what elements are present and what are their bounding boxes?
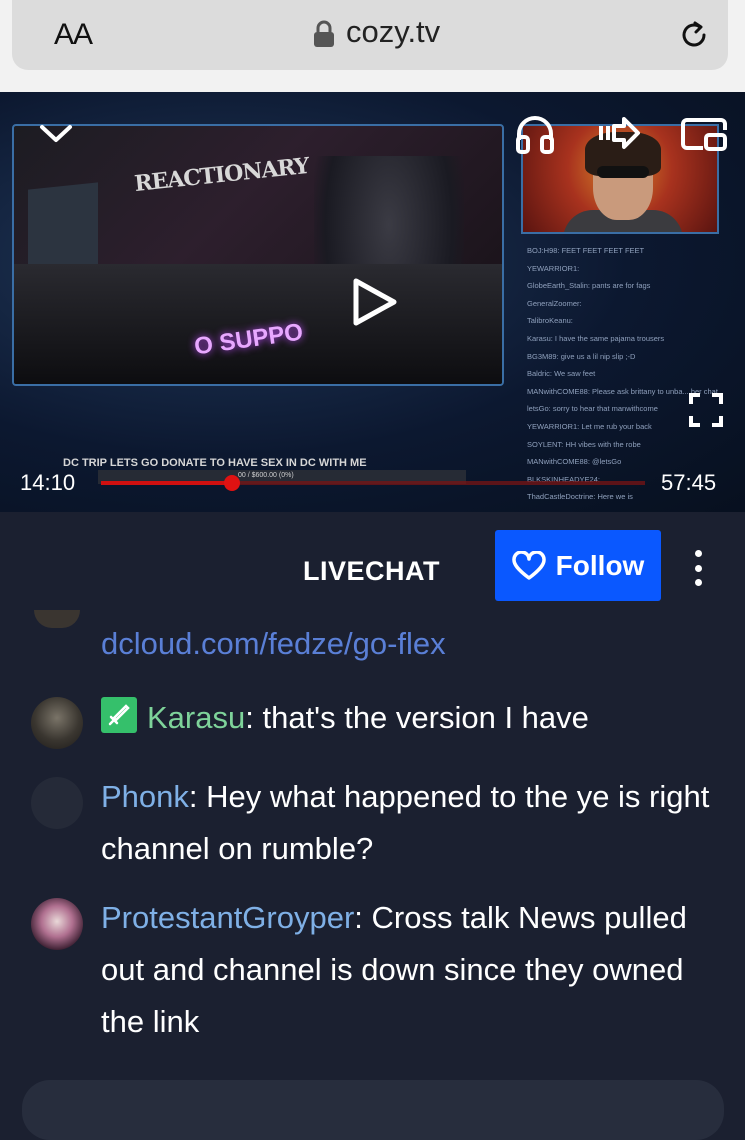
chat-header: LIVECHAT Follow xyxy=(0,512,745,606)
chat-message: Phonk: Hey what happened to the ye is ri… xyxy=(101,771,721,875)
facecam-sunglasses xyxy=(597,166,649,178)
seek-bar[interactable] xyxy=(101,475,645,491)
sword-badge-icon xyxy=(101,697,137,733)
avatar[interactable] xyxy=(31,898,83,950)
overlay-chat-line: BG3M89: give us a lil nip slip ;-D xyxy=(527,351,636,361)
chat-username[interactable]: Karasu xyxy=(147,700,245,735)
headphones-icon[interactable] xyxy=(514,114,556,154)
more-options-icon[interactable] xyxy=(687,550,709,586)
overlay-chat-line: GlobeEarth_Stalin: pants are for fags xyxy=(527,281,651,291)
stream-main-view: REACTIONARY O SUPPO xyxy=(12,124,504,386)
overlay-chat-line: YEWARRIOR1: xyxy=(527,263,580,273)
stream-overlay-chat: BOJ:H98: FEET FEET FEET FEET YEWARRIOR1:… xyxy=(527,242,742,506)
avatar xyxy=(34,610,80,628)
chat-message-text: that's the version I have xyxy=(262,700,589,735)
time-total: 57:45 xyxy=(661,470,717,495)
pip-icon[interactable] xyxy=(681,116,727,152)
overlay-chat-line: Karasu: I have the same pajama trousers xyxy=(527,333,665,343)
url-text[interactable]: cozy.tv xyxy=(346,14,440,50)
chat-separator: : xyxy=(245,700,263,735)
browser-toolbar: AA cozy.tv xyxy=(0,0,745,92)
video-player[interactable]: REACTIONARY O SUPPO BOJ:H98: FEET FEET F… xyxy=(0,92,745,512)
reload-icon[interactable] xyxy=(677,18,711,52)
overlay-chat-line: Baldric: We saw feet xyxy=(527,369,596,379)
cast-icon[interactable] xyxy=(597,116,641,150)
overlay-chat-line: SOYLENT: HH vibes with the robe xyxy=(527,439,641,449)
overlay-chat-line: TalibroKeanu: xyxy=(527,316,573,326)
chat-feed[interactable]: dcloud.com/fedze/go-flex Karasu: that's … xyxy=(0,606,745,1140)
overlay-chat-line: GeneralZoomer: xyxy=(527,298,582,308)
heart-icon xyxy=(511,550,546,580)
seek-bar-thumb[interactable] xyxy=(223,475,240,491)
avatar[interactable] xyxy=(31,697,83,749)
chat-username[interactable]: ProtestantGroyper xyxy=(101,900,354,935)
overlay-brand-text: REACTIONARY xyxy=(133,152,310,198)
address-bar[interactable]: AA cozy.tv xyxy=(12,0,728,70)
seek-bar-fill xyxy=(101,481,232,485)
chat-message: ProtestantGroyper: Cross talk News pulle… xyxy=(101,892,721,1048)
follow-label: Follow xyxy=(555,549,645,581)
stream-caption: DC TRIP LETS GO DONATE TO HAVE SEX IN DC… xyxy=(63,457,367,469)
fullscreen-icon[interactable] xyxy=(688,392,724,428)
overlay-chat-line: MANwithCOME88: @letsGo xyxy=(527,457,622,467)
play-icon[interactable] xyxy=(352,277,398,327)
time-elapsed: 14:10 xyxy=(20,470,76,495)
follow-button[interactable]: Follow xyxy=(495,530,661,601)
chat-separator: : xyxy=(188,779,207,814)
livechat-title: LIVECHAT xyxy=(303,556,440,586)
reader-settings-button[interactable]: AA xyxy=(54,18,93,52)
lock-icon xyxy=(314,20,334,47)
chat-input[interactable] xyxy=(22,1080,724,1140)
donation-goal-text: 00 / $600.00 (0%) xyxy=(238,472,294,479)
chevron-down-icon[interactable] xyxy=(38,122,74,146)
chat-link-text[interactable]: dcloud.com/fedze/go-flex xyxy=(101,626,446,662)
chat-message: Karasu: that's the version I have xyxy=(101,692,721,744)
avatar[interactable] xyxy=(31,777,83,829)
overlay-chat-line: BOJ:H98: FEET FEET FEET FEET xyxy=(527,246,645,255)
chat-username[interactable]: Phonk xyxy=(101,779,189,814)
chat-separator: : xyxy=(354,900,372,935)
